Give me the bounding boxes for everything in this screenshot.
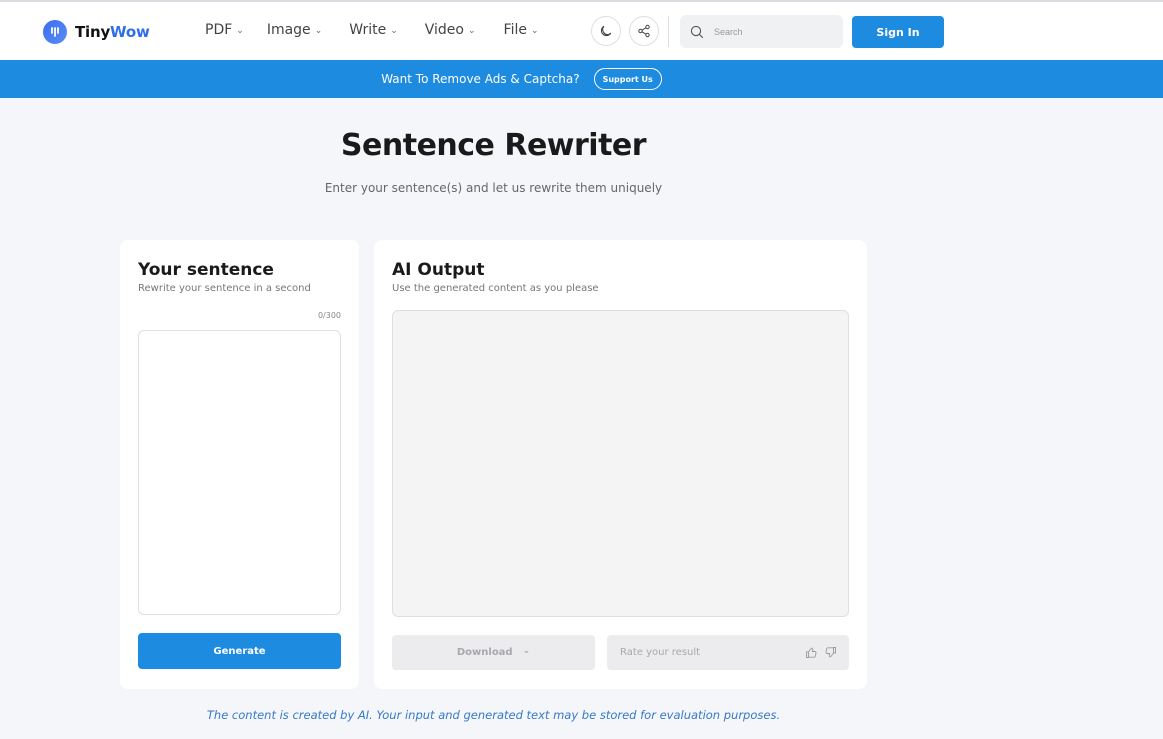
main-menu: PDF ⌄ Image ⌄ Write ⌄ Video ⌄ File ⌄ — [205, 22, 539, 38]
brand-name-part1: Tiny — [75, 23, 111, 41]
chevron-down-icon: ⌄ — [530, 26, 539, 36]
download-button[interactable]: Download ⌄ — [392, 635, 595, 670]
input-card-title: Your sentence — [138, 260, 274, 280]
output-card: AI Output Use the generated content as y… — [374, 240, 867, 689]
sign-in-button[interactable]: Sign In — [852, 16, 944, 48]
ai-output-box[interactable] — [392, 310, 849, 617]
rating-buttons — [805, 646, 837, 659]
chevron-down-icon: ⌄ — [467, 26, 476, 36]
theme-toggle-button[interactable] — [591, 16, 621, 46]
navbar-divider — [668, 16, 669, 47]
logo-text: TinyWow — [75, 23, 150, 41]
menu-item-image[interactable]: Image ⌄ — [267, 22, 322, 38]
thumbs-up-icon[interactable] — [805, 646, 818, 659]
input-card-subtitle: Rewrite your sentence in a second — [138, 283, 311, 294]
output-card-subtitle: Use the generated content as you please — [392, 283, 599, 294]
brand-name-part2: Wow — [110, 23, 150, 41]
menu-item-label: Video — [424, 22, 464, 38]
chevron-down-icon: ⌄ — [522, 646, 531, 656]
top-navbar: TinyWow PDF ⌄ Image ⌄ Write ⌄ Video ⌄ Fi… — [0, 2, 1163, 60]
menu-item-label: File — [503, 22, 527, 38]
generate-button[interactable]: Generate — [138, 633, 341, 669]
page-subtitle: Enter your sentence(s) and let us rewrit… — [324, 181, 663, 195]
menu-item-video[interactable]: Video ⌄ — [425, 22, 476, 38]
tinywow-logo-icon — [43, 20, 67, 44]
share-button[interactable] — [629, 16, 659, 46]
ai-disclaimer: The content is created by AI. Your input… — [206, 708, 781, 722]
sentence-input[interactable] — [138, 330, 341, 615]
menu-item-label: Write — [349, 22, 387, 38]
download-button-label: Download — [456, 647, 513, 658]
menu-item-label: PDF — [205, 22, 233, 38]
rate-result-box: Rate your result — [607, 635, 849, 670]
menu-item-write[interactable]: Write ⌄ — [349, 22, 398, 38]
menu-item-label: Image — [266, 22, 311, 38]
input-card: Your sentence Rewrite your sentence in a… — [120, 240, 359, 689]
moon-icon — [600, 25, 612, 37]
search-icon — [690, 25, 704, 38]
promo-banner: Want To Remove Ads & Captcha? Support Us — [0, 60, 1163, 98]
page-title: Sentence Rewriter — [340, 128, 647, 163]
thumbs-down-icon[interactable] — [824, 646, 837, 659]
search-input[interactable] — [714, 26, 824, 37]
chevron-down-icon: ⌄ — [314, 26, 323, 36]
logo[interactable]: TinyWow — [43, 20, 150, 44]
output-card-title: AI Output — [392, 260, 485, 280]
chevron-down-icon: ⌄ — [390, 26, 398, 36]
support-us-button[interactable]: Support Us — [593, 68, 662, 90]
banner-text: Want To Remove Ads & Captcha? — [381, 72, 580, 86]
share-icon — [638, 24, 650, 38]
search-box — [680, 15, 843, 48]
menu-item-file[interactable]: File ⌄ — [504, 22, 539, 38]
menu-item-pdf[interactable]: PDF ⌄ — [205, 22, 244, 38]
chevron-down-icon: ⌄ — [236, 26, 244, 36]
character-counter: 0/300 — [317, 311, 341, 320]
rate-result-label: Rate your result — [620, 647, 701, 658]
